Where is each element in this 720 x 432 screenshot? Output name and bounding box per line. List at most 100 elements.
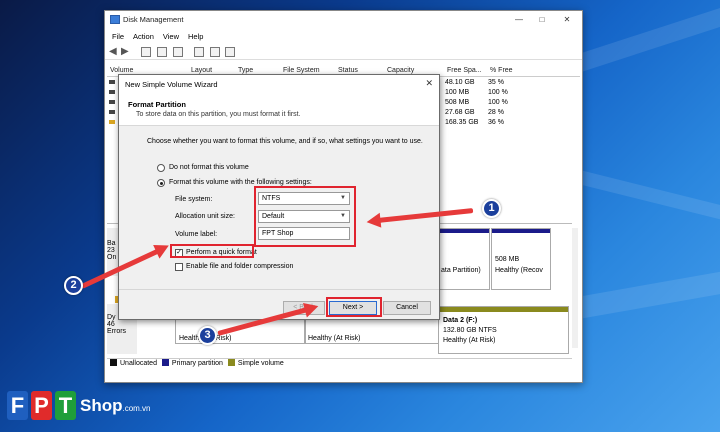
disk-label-line: Errors — [107, 328, 127, 335]
wizard-title: New Simple Volume Wizard — [125, 80, 218, 89]
table-row[interactable]: 508 MB 100 % — [445, 99, 508, 106]
logo-shop-word: Shop — [80, 396, 123, 415]
percent-free-cell: 100 % — [488, 89, 508, 96]
volume-icon — [109, 110, 115, 114]
logo-domain: .com.vn — [122, 404, 151, 413]
percent-free-cell: 36 % — [488, 119, 504, 126]
wizard-instruction: Choose whether you want to format this v… — [147, 138, 423, 145]
table-row[interactable]: 168.35 GB 36 % — [445, 119, 504, 126]
legend-label: Simple volume — [237, 360, 284, 367]
connect-icon[interactable] — [194, 47, 204, 57]
col-volume[interactable]: Volume — [110, 67, 133, 74]
legend-bar: Unallocated Primary partition Simple vol… — [107, 358, 572, 372]
volume-icon — [109, 80, 115, 84]
menu-action[interactable]: Action — [133, 30, 154, 44]
logo-shop-text: Shop.com.vn — [80, 396, 151, 416]
desktop-light-streak — [576, 170, 720, 232]
dm-titlebar: Disk Management — □ ✕ — [105, 11, 582, 29]
compression-label: Enable file and folder compression — [186, 263, 294, 270]
highlight-next-button — [326, 297, 382, 317]
col-file-system[interactable]: File System — [283, 67, 320, 74]
close-icon[interactable]: ✕ — [425, 78, 433, 89]
disk-management-app-icon — [110, 15, 120, 24]
free-space-cell: 27.68 GB — [445, 109, 475, 116]
lower-scrollbar[interactable] — [572, 228, 578, 348]
callout-number-1: 1 — [482, 199, 501, 218]
volume-icon — [109, 90, 115, 94]
legend-label: Unallocated — [120, 360, 157, 367]
partition-size: 508 MB — [495, 256, 520, 263]
radio-format-label: Format this volume with the following se… — [169, 179, 312, 186]
highlight-quick-format — [170, 244, 254, 258]
col-status[interactable]: Status — [338, 67, 358, 74]
highlight-format-settings — [254, 186, 356, 247]
forward-arrow-icon[interactable]: ▶ — [121, 47, 129, 57]
table-row[interactable]: 100 MB 100 % — [445, 89, 508, 96]
desktop-light-streak — [560, 0, 720, 78]
dm-title: Disk Management — [123, 15, 184, 24]
col-percent-free[interactable]: % Free — [490, 67, 513, 74]
primary-partition-bar — [439, 229, 489, 233]
percent-free-cell: 100 % — [488, 99, 508, 106]
dm-menubar: File Action View Help — [105, 30, 582, 44]
partition-size: 132.80 GB NTFS — [443, 327, 497, 334]
partition-label: ata Partition) — [441, 267, 481, 274]
table-row[interactable]: 48.10 GB 35 % — [445, 79, 504, 86]
simple-volume-bar — [439, 307, 568, 312]
wizard-heading: Format Partition — [128, 100, 186, 109]
partition-data[interactable]: ata Partition) — [438, 228, 490, 290]
free-space-cell: 508 MB — [445, 99, 470, 106]
legend-swatch-unallocated — [110, 359, 117, 366]
col-capacity[interactable]: Capacity — [387, 67, 414, 74]
menu-file[interactable]: File — [112, 30, 124, 44]
legend-label: Primary partition — [171, 360, 223, 367]
partition-status: Healthy (At Risk) — [443, 337, 496, 344]
free-space-cell: 168.35 GB — [445, 119, 479, 126]
check-icon[interactable] — [210, 47, 220, 57]
volume-label-label: Volume label: — [175, 231, 218, 238]
close-icon[interactable]: ✕ — [556, 13, 578, 27]
wizard-titlebar: New Simple Volume Wizard ✕ — [119, 75, 439, 93]
partition-status: Healthy (At Risk) — [308, 335, 361, 342]
radio-no-format[interactable] — [157, 164, 165, 172]
cancel-button[interactable]: Cancel — [383, 301, 431, 315]
desktop-light-streak — [560, 261, 720, 322]
percent-free-cell: 28 % — [488, 109, 504, 116]
col-layout[interactable]: Layout — [191, 67, 212, 74]
properties-icon[interactable] — [225, 47, 235, 57]
allocation-unit-label: Allocation unit size: — [175, 213, 235, 220]
list-view-icon[interactable] — [173, 47, 183, 57]
callout-number-3: 3 — [198, 326, 217, 345]
callout-number-2: 2 — [64, 276, 83, 295]
partition-data-2[interactable]: Data 2 (F:) 132.80 GB NTFS Healthy (At R… — [438, 306, 569, 354]
logo-letter-f: F — [7, 391, 28, 420]
minimize-icon[interactable]: — — [508, 13, 530, 27]
compression-checkbox[interactable] — [175, 263, 183, 271]
wizard-header: Format Partition To store data on this p… — [119, 93, 439, 126]
table-row[interactable]: 27.68 GB 28 % — [445, 109, 504, 116]
partition-recovery[interactable]: 508 MB Healthy (Recov — [491, 228, 551, 290]
menu-view[interactable]: View — [163, 30, 179, 44]
volume-icon — [109, 100, 115, 104]
help-icon[interactable] — [157, 47, 167, 57]
percent-free-cell: 35 % — [488, 79, 504, 86]
disk-label-line: 46 — [107, 321, 115, 328]
menu-help[interactable]: Help — [188, 30, 203, 44]
wizard-subheading: To store data on this partition, you mus… — [136, 111, 301, 118]
maximize-icon[interactable]: □ — [531, 13, 553, 27]
warning-volume-icon — [109, 120, 115, 124]
free-space-cell: 48.10 GB — [445, 79, 475, 86]
legend-swatch-primary — [161, 359, 169, 366]
wizard-divider — [119, 289, 439, 290]
col-free-space[interactable]: Free Spa... — [447, 67, 482, 74]
dm-toolbar: ◀ ▶ — [105, 45, 582, 60]
radio-format[interactable] — [157, 179, 165, 187]
back-arrow-icon[interactable]: ◀ — [109, 47, 117, 57]
logo-letter-t: T — [55, 391, 76, 420]
radio-no-format-label: Do not format this volume — [169, 164, 249, 171]
legend-swatch-simple — [227, 359, 235, 366]
free-space-cell: 100 MB — [445, 89, 470, 96]
col-type[interactable]: Type — [238, 67, 253, 74]
partition-status: Healthy (Recov — [495, 267, 543, 274]
console-tree-icon[interactable] — [141, 47, 151, 57]
